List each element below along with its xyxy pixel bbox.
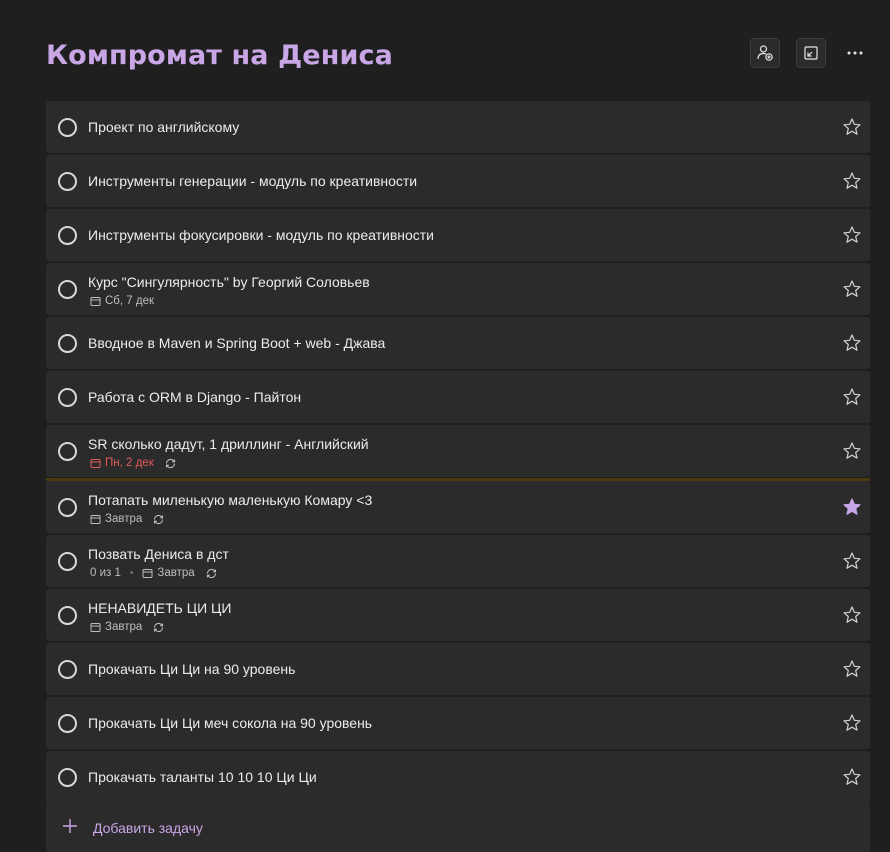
complete-checkbox[interactable] <box>58 552 77 571</box>
star-icon[interactable] <box>842 659 862 679</box>
star-icon[interactable] <box>842 551 862 571</box>
star-icon[interactable] <box>842 171 862 191</box>
more-options-button[interactable] <box>840 38 870 68</box>
task-title: Курс "Сингулярность" by Георгий Соловьев <box>88 274 370 290</box>
task-meta: Завтра <box>90 620 165 634</box>
expand-icon <box>804 46 818 60</box>
expand-button[interactable] <box>796 38 826 68</box>
task-row[interactable]: Работа с ORM в Django - Пайтон <box>46 371 870 423</box>
page-title: Компромат на Дениса <box>46 40 393 71</box>
task-title: Прокачать Ци Ци на 90 уровень <box>88 661 296 677</box>
due-date: Завтра <box>105 621 143 633</box>
star-icon[interactable] <box>842 333 862 353</box>
task-title: НЕНАВИДЕТЬ ЦИ ЦИ <box>88 600 232 616</box>
calendar-icon <box>90 296 101 306</box>
complete-checkbox[interactable] <box>58 280 77 299</box>
calendar-icon <box>90 458 101 468</box>
task-title: Вводное в Maven и Spring Boot + web - Дж… <box>88 335 386 351</box>
calendar-icon <box>90 514 101 524</box>
task-title: Работа с ORM в Django - Пайтон <box>88 389 302 405</box>
task-row[interactable]: Потапать миленькую маленькую Комару <3 З… <box>46 481 870 533</box>
task-meta: Сб, 7 дек <box>90 294 154 308</box>
task-title: SR сколько дадут, 1 дриллинг - Английски… <box>88 436 369 452</box>
complete-checkbox[interactable] <box>58 172 77 191</box>
task-row[interactable]: Инструменты генерации - модуль по креати… <box>46 155 870 207</box>
task-row[interactable]: Прокачать Ци Ци на 90 уровень <box>46 643 870 695</box>
task-row[interactable]: Позвать Дениса в дст 0 из 1 • Завтра <box>46 535 870 587</box>
complete-checkbox[interactable] <box>58 714 77 733</box>
add-task-label: Добавить задачу <box>93 820 203 836</box>
task-title: Инструменты фокусировки - модуль по креа… <box>88 227 435 243</box>
complete-checkbox[interactable] <box>58 388 77 407</box>
star-icon[interactable] <box>842 225 862 245</box>
star-icon[interactable] <box>842 279 862 299</box>
complete-checkbox[interactable] <box>58 606 77 625</box>
calendar-icon <box>90 622 101 632</box>
star-icon[interactable] <box>842 441 862 461</box>
star-icon[interactable] <box>842 117 862 137</box>
star-icon[interactable] <box>842 605 862 625</box>
task-title: Прокачать Ци Ци меч сокола на 90 уровень <box>88 715 373 731</box>
task-title: Прокачать таланты 10 10 10 Ци Ци <box>88 769 317 785</box>
star-icon[interactable] <box>842 713 862 733</box>
task-row[interactable]: Курс "Сингулярность" by Георгий Соловьев… <box>46 263 870 315</box>
star-icon[interactable] <box>842 767 862 787</box>
task-row[interactable]: SR сколько дадут, 1 дриллинг - Английски… <box>46 425 870 481</box>
task-row[interactable]: Проект по английскому <box>46 101 870 153</box>
due-date: Сб, 7 дек <box>105 295 155 307</box>
complete-checkbox[interactable] <box>58 118 77 137</box>
task-title: Инструменты генерации - модуль по креати… <box>88 173 418 189</box>
task-meta: Пн, 2 дек <box>90 456 177 470</box>
repeat-icon <box>154 514 164 524</box>
more-icon <box>847 51 863 55</box>
add-task-input[interactable]: Добавить задачу <box>46 802 870 852</box>
task-title: Проект по английскому <box>88 119 240 135</box>
complete-checkbox[interactable] <box>58 660 77 679</box>
task-row[interactable]: Прокачать таланты 10 10 10 Ци Ци <box>46 751 870 803</box>
task-list: Проект по английскому Инструменты генера… <box>46 101 870 805</box>
complete-checkbox[interactable] <box>58 768 77 787</box>
complete-checkbox[interactable] <box>58 226 77 245</box>
task-meta: 0 из 1 • Завтра <box>90 566 218 580</box>
repeat-icon <box>165 458 175 468</box>
star-icon[interactable] <box>842 387 862 407</box>
task-row[interactable]: Прокачать Ци Ци меч сокола на 90 уровень <box>46 697 870 749</box>
person-add-icon <box>757 45 773 61</box>
task-row[interactable]: Инструменты фокусировки - модуль по креа… <box>46 209 870 261</box>
plus-icon <box>63 819 77 833</box>
task-title: Позвать Дениса в дст <box>88 546 229 562</box>
task-row[interactable]: НЕНАВИДЕТЬ ЦИ ЦИ Завтра <box>46 589 870 641</box>
repeat-icon <box>154 622 164 632</box>
task-meta: Завтра <box>90 512 165 526</box>
separator-dot: • <box>129 567 134 579</box>
task-row[interactable]: Вводное в Maven и Spring Boot + web - Дж… <box>46 317 870 369</box>
complete-checkbox[interactable] <box>58 498 77 517</box>
list-header: Компромат на Дениса <box>0 0 890 100</box>
repeat-icon <box>206 568 216 578</box>
complete-checkbox[interactable] <box>58 442 77 461</box>
due-date: Завтра <box>157 567 195 579</box>
steps-count: 0 из 1 <box>90 567 121 579</box>
share-list-button[interactable] <box>750 38 780 68</box>
star-filled-icon[interactable] <box>842 497 862 517</box>
complete-checkbox[interactable] <box>58 334 77 353</box>
due-date-overdue: Пн, 2 дек <box>105 457 154 469</box>
calendar-icon <box>142 568 153 578</box>
due-date: Завтра <box>105 513 143 525</box>
task-title: Потапать миленькую маленькую Комару <3 <box>88 492 373 508</box>
